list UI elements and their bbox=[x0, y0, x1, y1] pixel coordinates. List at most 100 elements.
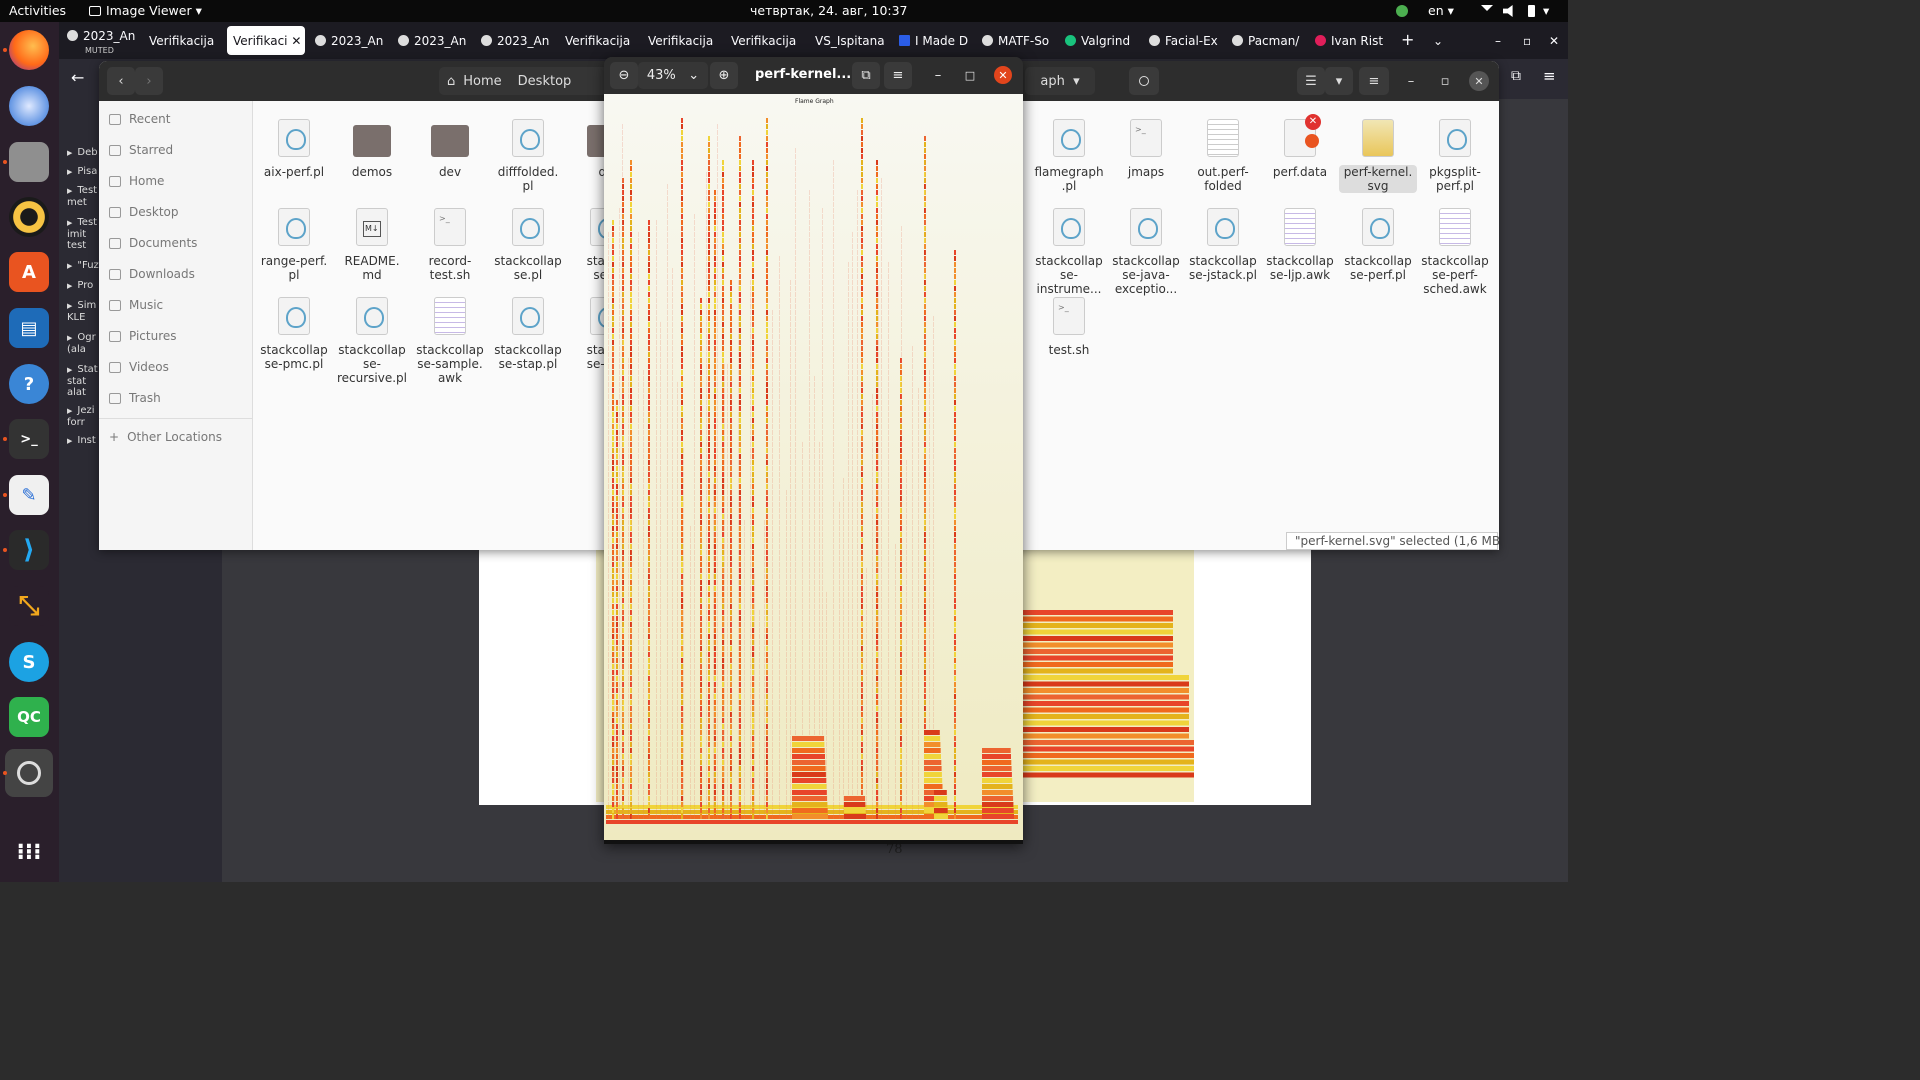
help-icon[interactable]: ? bbox=[9, 364, 49, 404]
activities-button[interactable]: Activities bbox=[9, 3, 66, 18]
pcb-tool-icon[interactable]: ⤡ bbox=[9, 586, 49, 626]
file-item[interactable]: stackcollap se- instrume... bbox=[1030, 208, 1108, 296]
file-item[interactable]: perf-kernel. svg bbox=[1339, 119, 1417, 193]
tab-8[interactable]: Verifikacija bbox=[725, 26, 805, 55]
path-home[interactable]: Home bbox=[463, 74, 501, 89]
file-item[interactable]: >_ jmaps bbox=[1107, 119, 1185, 179]
zoom-out-button[interactable]: ⊖ bbox=[610, 62, 638, 89]
minimize-button[interactable]: – bbox=[1399, 67, 1423, 95]
tab-1[interactable]: Verifikacija bbox=[143, 26, 225, 55]
software-center-icon[interactable]: A bbox=[9, 252, 49, 292]
close-button[interactable]: ✕ bbox=[994, 66, 1012, 84]
file-item[interactable]: out.perf- folded bbox=[1184, 119, 1262, 193]
language-indicator[interactable]: en ▾ bbox=[1428, 3, 1454, 18]
file-item[interactable]: ✕ perf.data bbox=[1261, 114, 1339, 179]
sidebar-item-videos[interactable]: Videos bbox=[109, 355, 249, 379]
sidebar-item-documents[interactable]: Documents bbox=[109, 231, 249, 255]
gallery-button[interactable]: ⧉ bbox=[852, 62, 880, 89]
file-item[interactable]: demos bbox=[333, 119, 411, 179]
tab-0[interactable]: 2023_An MUTED bbox=[61, 26, 141, 55]
file-item[interactable]: >_ record- test.sh bbox=[411, 208, 489, 282]
file-item[interactable]: >_ test.sh bbox=[1030, 297, 1108, 357]
tab-3[interactable]: 2023_An bbox=[309, 26, 389, 55]
close-tab-icon[interactable]: ✕ bbox=[291, 34, 301, 48]
tab-6[interactable]: Verifikacija bbox=[559, 26, 639, 55]
text-editor-icon[interactable]: ✎ bbox=[9, 475, 49, 515]
file-item[interactable]: difffolded. pl bbox=[489, 119, 567, 193]
tab-2-active[interactable]: Verifikaci ✕ bbox=[227, 26, 305, 55]
battery-icon[interactable] bbox=[1528, 5, 1535, 17]
file-item[interactable]: stackcollap se-jstack.pl bbox=[1184, 208, 1262, 282]
file-item[interactable]: stackcollap se-perf- sched.awk bbox=[1416, 208, 1494, 296]
tab-14[interactable]: Pacman/ bbox=[1226, 26, 1306, 55]
update-icon[interactable] bbox=[1396, 5, 1408, 17]
zoom-in-button[interactable]: ⊕ bbox=[710, 62, 738, 89]
skype-icon[interactable]: S bbox=[9, 642, 49, 682]
tab-11[interactable]: MATF-So bbox=[976, 26, 1056, 55]
file-item[interactable]: stackcollap se-perf.pl bbox=[1339, 208, 1417, 282]
path-tail[interactable]: aph ▾ bbox=[1025, 67, 1095, 95]
tab-10[interactable]: I Made D bbox=[893, 26, 973, 55]
image-viewer-icon[interactable] bbox=[5, 749, 53, 797]
maximize-button[interactable]: ▫ bbox=[1433, 67, 1457, 95]
writer-icon[interactable]: ▤ bbox=[9, 308, 49, 348]
vscode-icon[interactable]: ⟩ bbox=[9, 530, 49, 570]
close-button[interactable]: ✕ bbox=[1469, 71, 1489, 91]
search-button[interactable] bbox=[1129, 67, 1159, 95]
thunderbird-icon[interactable] bbox=[9, 86, 49, 126]
show-apps-icon[interactable]: ⁝⁝⁝ bbox=[9, 832, 49, 872]
tab-9[interactable]: VS_Ispitana bbox=[809, 26, 889, 55]
maximize-button[interactable]: □ bbox=[958, 62, 982, 89]
system-menu-arrow[interactable]: ▾ bbox=[1543, 3, 1549, 18]
qtcreator-icon[interactable]: QC bbox=[9, 697, 49, 737]
file-item[interactable]: stackcollap se-stap.pl bbox=[489, 297, 567, 371]
tab-4[interactable]: 2023_An bbox=[392, 26, 472, 55]
sidebar-item-recent[interactable]: Recent bbox=[109, 107, 249, 131]
tab-15[interactable]: Ivan Rist bbox=[1309, 26, 1393, 55]
new-tab-button[interactable]: + bbox=[1395, 26, 1419, 55]
wifi-icon[interactable] bbox=[1481, 5, 1493, 11]
sidebar-item-downloads[interactable]: Downloads bbox=[109, 262, 249, 286]
sidebar-other-locations[interactable]: + Other Locations bbox=[109, 425, 249, 449]
file-item[interactable]: stackcollap se-pmc.pl bbox=[255, 297, 333, 371]
menu-icon[interactable]: ≡ bbox=[1543, 67, 1556, 85]
view-options-button[interactable]: ▾ bbox=[1325, 67, 1353, 95]
tab-12[interactable]: Valgrind bbox=[1059, 26, 1139, 55]
zoom-level[interactable]: 43% ⌄ bbox=[638, 62, 708, 89]
extension-icon[interactable]: ⧉ bbox=[1511, 68, 1521, 84]
tab-5[interactable]: 2023_An bbox=[475, 26, 555, 55]
flame-graph-image[interactable]: Flame Graph bbox=[604, 94, 1023, 844]
clock[interactable]: четвртак, 24. авг, 10:37 bbox=[750, 3, 908, 18]
close-button[interactable]: ✕ bbox=[1543, 26, 1565, 55]
sidebar-item-starred[interactable]: Starred bbox=[109, 138, 249, 162]
path-desktop[interactable]: Desktop bbox=[518, 74, 572, 89]
file-item[interactable]: range-perf. pl bbox=[255, 208, 333, 282]
view-list-button[interactable]: ☰ bbox=[1297, 67, 1325, 95]
app-menu[interactable]: Image Viewer ▾ bbox=[89, 3, 202, 18]
terminal-icon[interactable]: >_ bbox=[9, 419, 49, 459]
maximize-button[interactable]: ▫ bbox=[1517, 26, 1537, 55]
list-tabs-button[interactable]: ⌄ bbox=[1427, 26, 1451, 55]
file-item[interactable]: dev bbox=[411, 119, 489, 179]
menu-button[interactable]: ≡ bbox=[884, 62, 912, 89]
sidebar-item-music[interactable]: Music bbox=[109, 293, 249, 317]
file-item[interactable]: stackcollap se-java- exceptio... bbox=[1107, 208, 1185, 296]
file-item[interactable]: stackcollap se.pl bbox=[489, 208, 567, 282]
file-item[interactable]: stackcollap se-ljp.awk bbox=[1261, 208, 1339, 282]
file-item[interactable]: pkgsplit- perf.pl bbox=[1416, 119, 1494, 193]
file-item[interactable]: flamegraph .pl bbox=[1030, 119, 1108, 193]
file-item[interactable]: M↓ README. md bbox=[333, 208, 411, 282]
firefox-icon[interactable] bbox=[9, 30, 49, 70]
forward-button[interactable]: › bbox=[135, 67, 163, 95]
file-item[interactable]: aix-perf.pl bbox=[255, 119, 333, 179]
menu-button[interactable]: ≡ bbox=[1359, 67, 1389, 95]
back-button[interactable]: ‹ bbox=[107, 67, 135, 95]
tab-13[interactable]: Facial-Ex bbox=[1143, 26, 1223, 55]
sidebar-item-home[interactable]: Home bbox=[109, 169, 249, 193]
rhythmbox-icon[interactable] bbox=[9, 197, 49, 237]
file-item[interactable]: stackcollap se- recursive.pl bbox=[333, 297, 411, 385]
files-icon[interactable] bbox=[9, 142, 49, 182]
minimize-button[interactable]: – bbox=[1489, 26, 1509, 55]
sidebar-item-pictures[interactable]: Pictures bbox=[109, 324, 249, 348]
tab-7[interactable]: Verifikacija bbox=[642, 26, 722, 55]
